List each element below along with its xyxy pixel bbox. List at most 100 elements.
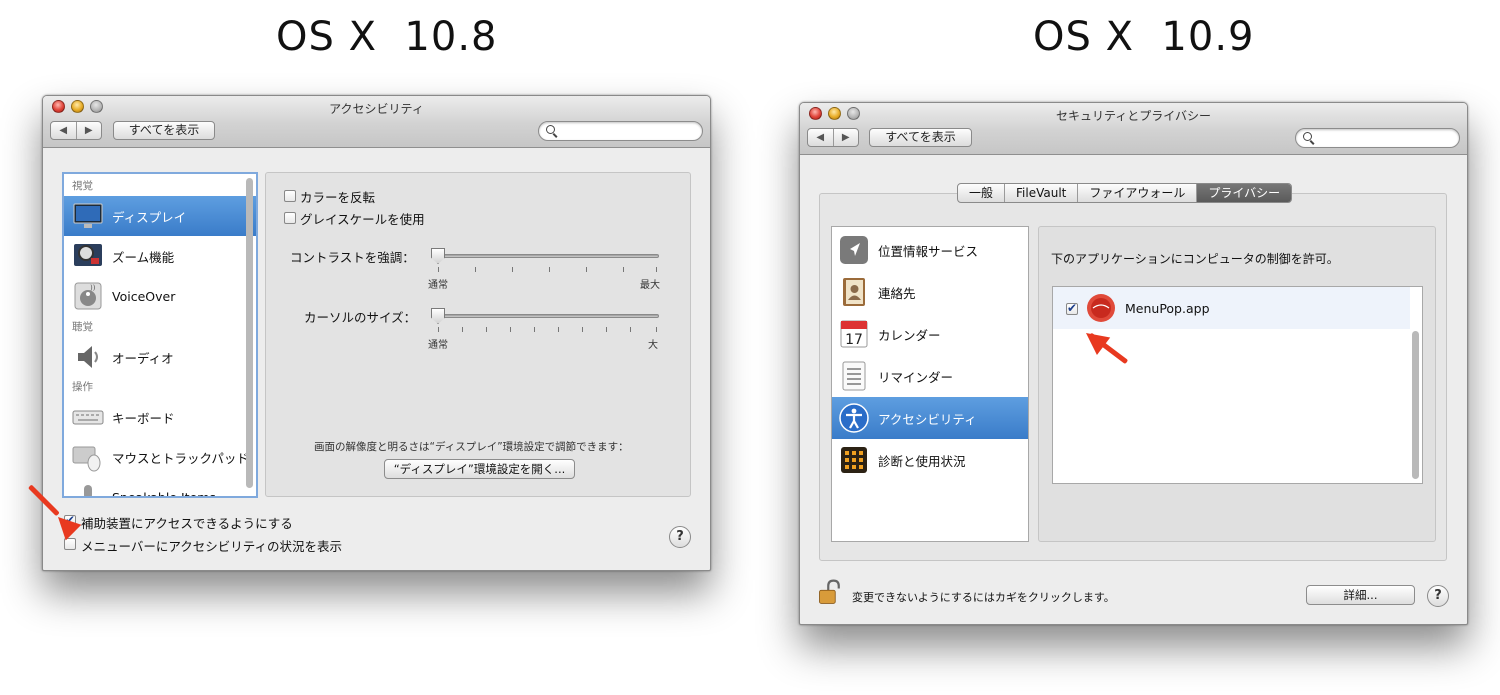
tab-filevault[interactable]: FileVault <box>1005 184 1079 202</box>
tick <box>486 327 487 332</box>
show-all-button[interactable]: すべてを表示 <box>869 128 972 147</box>
cursor-size-max-label: 大 <box>648 340 658 351</box>
contrast-max-label: 最大 <box>640 280 660 291</box>
heading-os-x-10-8: OS X 10.8 <box>276 14 498 60</box>
tick <box>510 327 511 332</box>
list-item-keyboard[interactable]: キーボード <box>64 397 256 437</box>
tab-privacy[interactable]: プライバシー <box>1197 184 1292 202</box>
back-arrow-icon[interactable]: ◀ <box>51 122 76 139</box>
tick <box>534 327 535 332</box>
cursor-size-label: カーソルのサイズ： <box>304 310 417 325</box>
reminders-icon <box>842 361 866 391</box>
invert-colors-label: カラーを反転 <box>300 190 376 205</box>
list-item-label: 診断と使用状況 <box>878 453 966 469</box>
forward-arrow-icon[interactable]: ▶ <box>832 129 859 146</box>
tick <box>656 327 657 332</box>
list-item-label: マウスとトラックパッド <box>112 450 249 466</box>
tick <box>462 327 463 332</box>
location-arrow-icon <box>840 236 868 264</box>
list-item-accessibility[interactable]: アクセシビリティ <box>832 397 1028 439</box>
search-field[interactable] <box>538 121 703 141</box>
list-item-calendar[interactable]: 17 カレンダー <box>832 313 1028 355</box>
tick <box>475 267 476 272</box>
grayscale-label: グレイスケールを使用 <box>300 212 425 227</box>
list-item-voiceover[interactable]: )) VoiceOver <box>64 276 256 316</box>
accessibility-detail-panel: 下のアプリケーションにコンピュータの制御を許可。 MenuPop.app <box>1038 226 1436 542</box>
list-item-label: ディスプレイ <box>112 209 187 225</box>
lock-icon[interactable] <box>816 577 844 607</box>
list-item-mouse-trackpad[interactable]: マウスとトラックパッド <box>64 437 256 477</box>
voiceover-icon: )) <box>74 282 102 310</box>
help-button[interactable]: ? <box>1427 585 1449 607</box>
back-forward-control[interactable]: ◀ ▶ <box>50 121 102 140</box>
list-item-contacts[interactable]: 連絡先 <box>832 271 1028 313</box>
app-list[interactable]: MenuPop.app <box>1052 286 1423 484</box>
search-field[interactable] <box>1295 128 1460 148</box>
display-icon <box>73 203 103 228</box>
tab-general[interactable]: 一般 <box>958 184 1006 202</box>
list-item-label: カレンダー <box>878 327 941 343</box>
tick <box>586 267 587 272</box>
list-item-label: リマインダー <box>878 369 954 385</box>
list-item-audio[interactable]: オーディオ <box>64 337 256 377</box>
contacts-icon <box>843 278 865 306</box>
contrast-slider-track[interactable] <box>433 254 659 258</box>
app-row[interactable]: MenuPop.app <box>1053 287 1410 329</box>
forward-arrow-icon[interactable]: ▶ <box>75 122 102 139</box>
help-button[interactable]: ? <box>669 526 691 548</box>
search-icon <box>546 125 555 134</box>
accessibility-category-list[interactable]: 視覚 ディスプレイ ズーム機能 )) VoiceOver 聴覚 オーディオ 操作… <box>62 172 258 498</box>
security-privacy-window: セキュリティとプライバシー ◀ ▶ すべてを表示 一般 FileVault ファ… <box>799 102 1468 625</box>
accessibility-window: アクセシビリティ ◀ ▶ すべてを表示 視覚 ディスプレイ ズーム機能 )) V… <box>42 95 711 571</box>
cursor-size-slider-track[interactable] <box>433 314 659 318</box>
list-item-label: オーディオ <box>112 350 174 366</box>
details-button[interactable]: 詳細... <box>1306 585 1415 605</box>
invert-colors-checkbox[interactable] <box>284 190 296 202</box>
list-item-label: 連絡先 <box>878 285 916 301</box>
list-item-diagnostics[interactable]: 診断と使用状況 <box>832 439 1028 481</box>
show-status-menu-label: メニューバーにアクセシビリティの状況を表示 <box>81 539 343 554</box>
cursor-size-min-label: 通常 <box>428 340 448 351</box>
section-header-hearing: 聴覚 <box>72 321 93 333</box>
list-item-zoom[interactable]: ズーム機能 <box>64 236 256 276</box>
back-arrow-icon[interactable]: ◀ <box>808 129 833 146</box>
calendar-day-text: 17 <box>845 332 863 348</box>
keyboard-icon <box>72 410 104 425</box>
back-forward-control[interactable]: ◀ ▶ <box>807 128 859 147</box>
tick <box>438 267 439 272</box>
diagnostics-icon <box>841 447 867 473</box>
tab-firewall[interactable]: ファイアウォール <box>1078 184 1198 202</box>
calendar-icon: 17 <box>840 320 868 348</box>
tick <box>623 267 624 272</box>
open-display-preferences-button[interactable]: “ディスプレイ”環境設定を開く... <box>384 459 575 479</box>
tick <box>582 327 583 332</box>
privacy-services-list[interactable]: 位置情報サービス 連絡先 17 カレンダー リマインダー アクセシビリティ 診断… <box>831 226 1029 542</box>
tick <box>558 327 559 332</box>
menupop-checkbox[interactable] <box>1066 301 1078 315</box>
list-item-location-services[interactable]: 位置情報サービス <box>832 229 1028 271</box>
contrast-min-label: 通常 <box>428 280 448 291</box>
list-scrollbar[interactable] <box>246 178 253 488</box>
app-list-scrollbar[interactable] <box>1412 331 1419 479</box>
display-settings-note: 画面の解像度と明るさは“ディスプレイ”環境設定で調節できます： <box>314 441 629 453</box>
accessibility-description: 下のアプリケーションにコンピュータの制御を許可。 <box>1051 252 1339 266</box>
accessibility-icon <box>839 403 869 433</box>
grayscale-checkbox[interactable] <box>284 212 296 224</box>
contrast-slider-knob[interactable] <box>431 248 445 264</box>
show-all-button[interactable]: すべてを表示 <box>113 121 215 140</box>
tab-bar[interactable]: 一般 FileVault ファイアウォール プライバシー <box>957 183 1293 203</box>
display-options-panel: カラーを反転 グレイスケールを使用 コントラストを強調： 通常 最大 カーソルの… <box>265 172 691 497</box>
section-header-interaction: 操作 <box>72 381 93 393</box>
tick <box>606 327 607 332</box>
tick <box>656 267 657 272</box>
heading-os-x-10-9: OS X 10.9 <box>1033 14 1255 60</box>
window-title: セキュリティとプライバシー <box>1055 109 1212 123</box>
list-item-reminders[interactable]: リマインダー <box>832 355 1028 397</box>
tick <box>630 327 631 332</box>
list-item-display[interactable]: ディスプレイ <box>64 196 256 236</box>
svg-text:)): )) <box>90 284 96 292</box>
list-item-label: VoiceOver <box>112 288 176 304</box>
cursor-size-slider-knob[interactable] <box>431 308 445 324</box>
list-item-speakable-items[interactable]: Speakable Items <box>64 477 256 496</box>
lock-instruction-text: 変更できないようにするにはカギをクリックします。 <box>852 591 1115 604</box>
